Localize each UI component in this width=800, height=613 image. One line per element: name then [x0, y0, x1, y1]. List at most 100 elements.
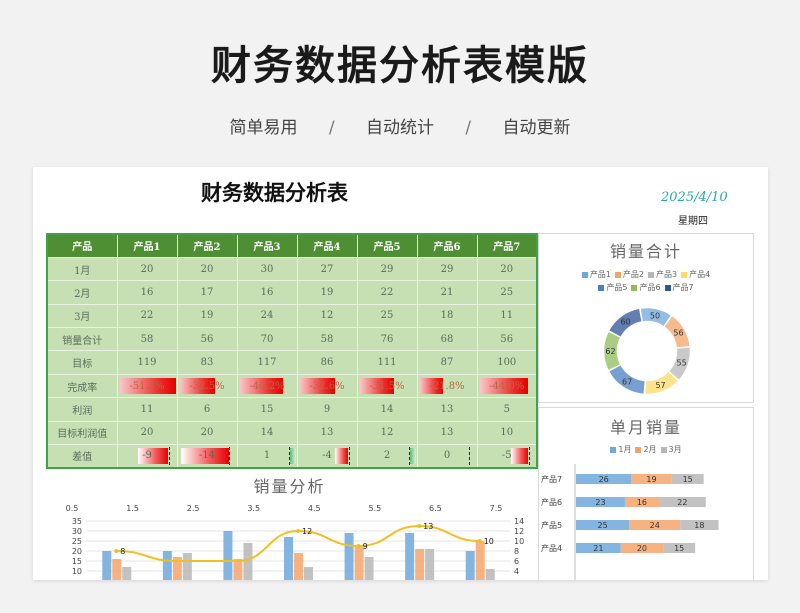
difference-cell[interactable]: -4 [296, 444, 358, 469]
analysis-bar[interactable] [405, 533, 415, 580]
column-header[interactable]: 产品5 [356, 233, 418, 258]
table-cell[interactable]: 13 [416, 420, 478, 446]
table-cell[interactable]: 20 [116, 256, 178, 282]
analysis-bar[interactable] [294, 553, 303, 580]
completion-rate-cell[interactable]: -31.5% [356, 373, 418, 399]
row-label[interactable]: 完成率 [46, 373, 118, 399]
analysis-bar[interactable] [182, 553, 192, 580]
table-cell[interactable]: 22 [116, 303, 178, 329]
table-cell[interactable]: 14 [236, 420, 298, 446]
difference-cell[interactable]: -14 [176, 444, 238, 469]
table-cell[interactable]: 19 [176, 303, 238, 329]
table-cell[interactable]: 86 [296, 350, 358, 375]
analysis-bar[interactable] [364, 557, 374, 580]
table-cell[interactable]: 18 [416, 303, 478, 329]
table-cell[interactable]: 19 [296, 280, 358, 305]
column-header[interactable]: 产品2 [176, 233, 238, 258]
table-cell[interactable]: 29 [356, 256, 418, 282]
table-cell[interactable]: 20 [176, 256, 238, 282]
table-cell[interactable]: 12 [296, 303, 358, 329]
analysis-bar[interactable] [223, 531, 233, 580]
table-cell[interactable]: 24 [236, 303, 298, 329]
profit-point[interactable] [477, 539, 482, 543]
analysis-bar[interactable] [243, 543, 253, 580]
table-cell[interactable]: 76 [356, 327, 418, 352]
table-cell[interactable]: 100 [476, 350, 538, 375]
row-label[interactable]: 差值 [46, 444, 118, 469]
table-cell[interactable]: 25 [476, 280, 538, 305]
table-cell[interactable]: 56 [476, 327, 538, 352]
table-cell[interactable]: 15 [236, 397, 298, 422]
row-label[interactable]: 产品 [46, 233, 118, 258]
row-label[interactable]: 1月 [46, 256, 118, 282]
column-header[interactable]: 产品6 [416, 233, 478, 258]
table-cell[interactable]: 6 [176, 397, 238, 422]
date-cell[interactable]: 2025/4/10 [661, 190, 728, 205]
analysis-bar[interactable] [354, 547, 364, 580]
table-cell[interactable]: 11 [476, 303, 538, 329]
analysis-bar[interactable] [344, 533, 354, 580]
table-cell[interactable]: 13 [416, 397, 478, 422]
completion-rate-cell[interactable]: -51.3% [116, 373, 178, 399]
table-cell[interactable]: 58 [116, 327, 178, 352]
profit-point[interactable] [417, 524, 422, 528]
completion-rate-cell[interactable]: -44.0% [476, 373, 538, 399]
table-cell[interactable]: 16 [236, 280, 298, 305]
analysis-bar[interactable] [102, 551, 112, 580]
table-cell[interactable]: 13 [296, 420, 358, 446]
table-cell[interactable]: 58 [296, 327, 358, 352]
table-cell[interactable]: 14 [356, 397, 418, 422]
table-cell[interactable]: 11 [116, 397, 178, 422]
analysis-bar[interactable] [162, 551, 172, 580]
row-label[interactable]: 目标利润值 [46, 420, 118, 446]
difference-cell[interactable]: 0 [416, 444, 478, 469]
table-cell[interactable]: 119 [116, 350, 178, 375]
completion-rate-cell[interactable]: -32.6% [296, 373, 358, 399]
table-cell[interactable]: 56 [176, 327, 238, 352]
completion-rate-cell[interactable]: -21.8% [416, 373, 478, 399]
difference-cell[interactable]: -5 [476, 444, 538, 469]
analysis-bar[interactable] [304, 567, 313, 580]
table-cell[interactable]: 30 [236, 256, 298, 282]
table-cell[interactable]: 21 [416, 280, 478, 305]
profit-point[interactable] [114, 549, 119, 553]
analysis-bar[interactable] [475, 541, 485, 580]
table-cell[interactable]: 68 [416, 327, 478, 352]
analysis-bar[interactable] [112, 559, 122, 580]
completion-rate-cell[interactable]: -32.5% [176, 373, 238, 399]
table-cell[interactable]: 70 [236, 327, 298, 352]
profit-point[interactable] [356, 544, 361, 548]
analysis-bar[interactable] [284, 537, 293, 580]
table-cell[interactable]: 25 [356, 303, 418, 329]
table-cell[interactable]: 20 [176, 420, 238, 446]
column-header[interactable]: 产品1 [116, 233, 178, 258]
analysis-bar[interactable] [122, 567, 132, 580]
column-header[interactable]: 产品3 [236, 233, 298, 258]
analysis-bar[interactable] [465, 551, 475, 580]
table-cell[interactable]: 5 [476, 397, 538, 422]
table-cell[interactable]: 16 [116, 280, 178, 305]
difference-cell[interactable]: -9 [116, 444, 178, 469]
table-cell[interactable]: 83 [176, 350, 238, 375]
table-cell[interactable]: 111 [356, 350, 418, 375]
table-cell[interactable]: 27 [296, 256, 358, 282]
weekday-cell[interactable]: 星期四 [678, 212, 708, 227]
table-cell[interactable]: 22 [356, 280, 418, 305]
table-cell[interactable]: 10 [476, 420, 538, 446]
table-cell[interactable]: 12 [356, 420, 418, 446]
row-label[interactable]: 3月 [46, 303, 118, 329]
analysis-bar[interactable] [233, 559, 243, 580]
table-cell[interactable]: 20 [476, 256, 538, 282]
table-cell[interactable]: 17 [176, 280, 238, 305]
table-cell[interactable]: 87 [416, 350, 478, 375]
analysis-bar[interactable] [415, 549, 425, 580]
completion-rate-cell[interactable]: -40.2% [236, 373, 298, 399]
table-cell[interactable]: 20 [116, 420, 178, 446]
analysis-bar[interactable] [485, 569, 495, 580]
table-cell[interactable]: 29 [416, 256, 478, 282]
profit-point[interactable] [296, 529, 300, 533]
row-label[interactable]: 目标 [46, 350, 118, 375]
column-header[interactable]: 产品4 [296, 233, 358, 258]
difference-cell[interactable]: 2 [356, 444, 418, 469]
row-label[interactable]: 利润 [46, 397, 118, 422]
